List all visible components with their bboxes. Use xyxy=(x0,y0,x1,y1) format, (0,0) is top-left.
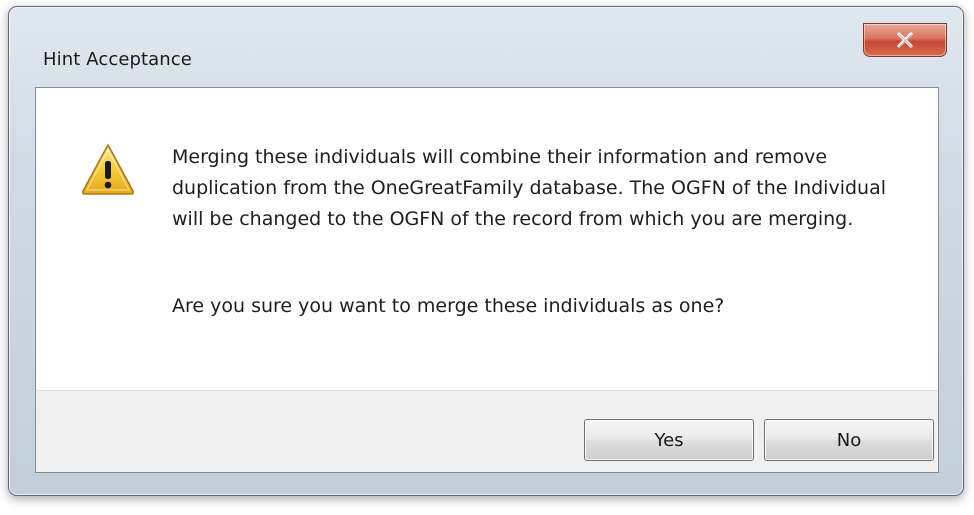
message-text: Merging these individuals will combine t… xyxy=(172,146,886,230)
dialog-client: Merging these individuals will combine t… xyxy=(35,87,939,473)
dialog-window: Hint Acceptance Merging these individual… xyxy=(8,6,964,496)
yes-button[interactable]: Yes xyxy=(584,419,754,461)
dialog-title: Hint Acceptance xyxy=(43,49,192,70)
screen: Hint Acceptance Merging these individual… xyxy=(0,0,974,515)
close-button[interactable] xyxy=(863,23,947,57)
no-button[interactable]: No xyxy=(764,419,934,461)
button-bar: Yes No xyxy=(36,390,938,472)
close-icon xyxy=(897,32,913,48)
question-text: Are you sure you want to merge these ind… xyxy=(172,295,725,317)
title-bar[interactable]: Hint Acceptance xyxy=(9,7,963,87)
message-area: Merging these individuals will combine t… xyxy=(36,88,938,390)
warning-icon xyxy=(81,144,135,195)
